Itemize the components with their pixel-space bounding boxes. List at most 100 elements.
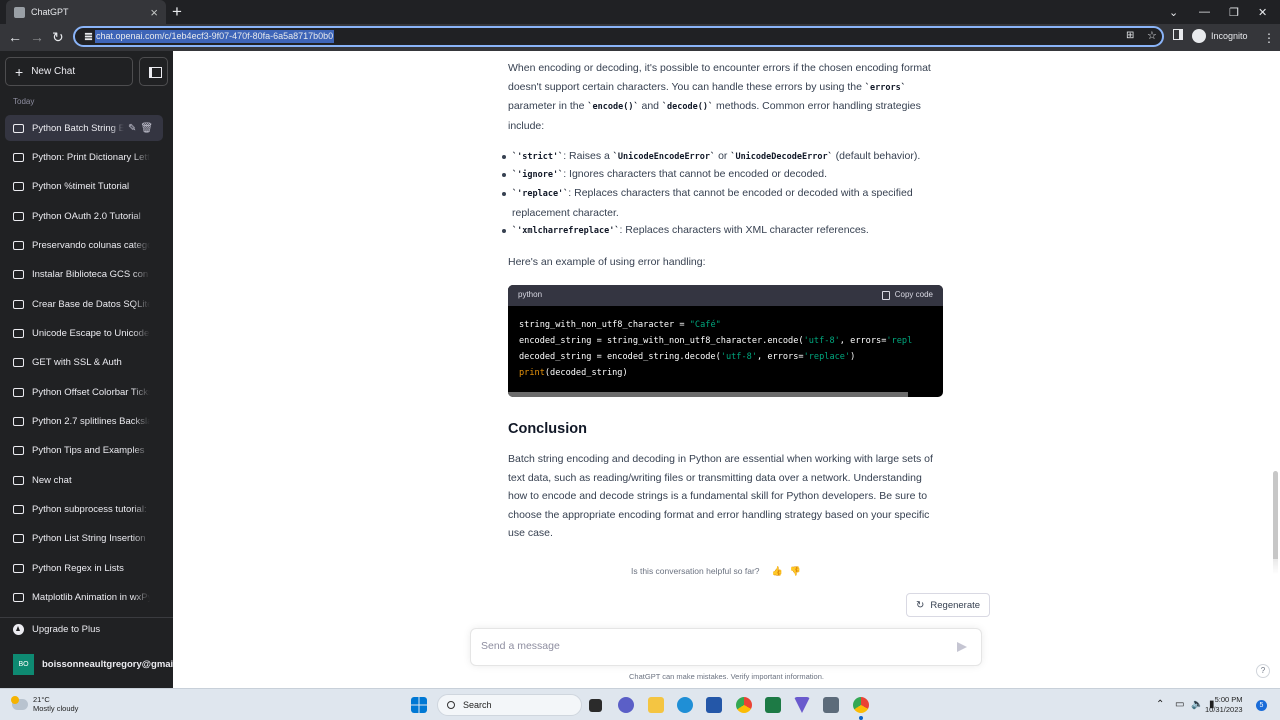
copy-code-button[interactable]: Copy code — [881, 286, 933, 305]
back-button[interactable]: ← — [8, 28, 22, 46]
thumbs-down-icon[interactable]: 👎 — [790, 566, 801, 576]
chrome-icon[interactable] — [736, 697, 752, 713]
disclaimer-text: ChatGPT can make mistakes. Verify import… — [629, 672, 824, 681]
browser-menu-icon[interactable]: ⋮ — [1263, 29, 1275, 47]
tab-title: ChatGPT — [31, 7, 69, 17]
close-tab-icon[interactable]: × — [150, 6, 158, 19]
new-chat-button[interactable]: + New Chat — [5, 57, 133, 86]
list-item-text: : Raises a — [563, 150, 613, 162]
show-hidden-icons-icon[interactable]: ⌃ — [1156, 699, 1164, 710]
excel-icon[interactable] — [765, 697, 781, 713]
site-info-icon[interactable] — [84, 32, 93, 41]
inline-code: `encode()` — [587, 102, 639, 113]
edit-pencil-icon[interactable]: ✎ — [128, 123, 136, 134]
chat-title: Python Regex in Lists — [32, 562, 124, 574]
trash-icon[interactable]: 🗑 — [140, 123, 153, 134]
taskbar-search[interactable]: Search — [437, 694, 582, 716]
weather-widget[interactable]: 21°C Mostly cloudy — [11, 695, 78, 713]
vpn-icon[interactable] — [794, 697, 810, 713]
sidebar-footer: Upgrade to Plus BO boissonneaultgregory@… — [0, 617, 176, 675]
address-bar[interactable]: chat.openai.com/c/1eb4ecf3-9f07-470f-80f… — [73, 26, 1164, 47]
close-window-button[interactable]: ✕ — [1258, 0, 1267, 24]
code-line: decoded_string = encoded_string.decode('… — [519, 352, 855, 362]
side-panel-icon[interactable] — [1173, 29, 1183, 40]
code-token: encoded_string = string_with_non_utf8_ch… — [519, 336, 804, 346]
bookmark-star-icon[interactable]: ☆ — [1147, 29, 1157, 42]
search-icon — [447, 701, 455, 709]
code-token: , errors= — [757, 352, 804, 362]
chat-history-item[interactable]: Crear Base de Datos SQLite — [5, 291, 163, 317]
notification-badge[interactable]: 5 — [1256, 700, 1267, 711]
chat-history-item[interactable]: Python Tips and Examples — [5, 437, 163, 463]
chat-history-item[interactable]: New chat — [5, 467, 163, 493]
chat-title: Python Offset Colorbar Ticks — [32, 386, 150, 398]
chat-bubble-icon — [13, 152, 24, 162]
chat-history-item[interactable]: Python Batch String Encoding ✎ 🗑 — [5, 115, 163, 141]
chat-history-item[interactable]: Python List String Insertion — [5, 525, 163, 551]
regenerate-button[interactable]: ↻ Regenerate — [906, 593, 991, 617]
upgrade-to-plus-button[interactable]: Upgrade to Plus — [13, 624, 100, 635]
chat-history-item[interactable]: Python OAuth 2.0 Tutorial — [5, 203, 163, 229]
chrome-active-icon[interactable] — [853, 697, 869, 713]
list-item-text: or — [715, 150, 731, 162]
code-token: ) — [850, 352, 856, 362]
reload-button[interactable]: ↻ — [52, 28, 64, 46]
network-tool-icon[interactable] — [823, 697, 839, 713]
edge-icon[interactable] — [677, 697, 693, 713]
code-line: string_with_non_utf8_character = "Café" — [519, 320, 721, 330]
thumbs-up-icon[interactable]: 👍 — [772, 566, 783, 576]
network-icon[interactable]: ▭ — [1175, 699, 1184, 710]
new-tab-button[interactable]: + — [172, 3, 182, 20]
chat-bubble-icon — [13, 269, 24, 279]
incognito-indicator[interactable]: Incognito — [1192, 29, 1248, 43]
inline-code: `UnicodeDecodeError` — [730, 152, 833, 162]
chat-history-item[interactable]: Python: Print Dictionary Letters — [5, 144, 163, 170]
chat-history-item[interactable]: GET with SSL & Auth — [5, 349, 163, 375]
browser-tab[interactable]: ChatGPT × — [6, 0, 166, 24]
folder-icon[interactable] — [648, 697, 664, 713]
chat-history-item[interactable]: Python %timeit Tutorial — [5, 173, 163, 199]
close-sidebar-button[interactable] — [139, 57, 168, 86]
chat-bubble-icon — [13, 328, 24, 338]
list-item-text: (default behavior). — [832, 150, 921, 162]
chat-history-item[interactable]: Unicode Escape to Unicode — [5, 320, 163, 346]
send-icon[interactable] — [957, 642, 967, 652]
section-label-today: Today — [13, 97, 35, 106]
volume-icon[interactable]: 🔈 — [1191, 699, 1203, 710]
install-app-icon[interactable]: ⊞ — [1126, 30, 1134, 41]
code-horizontal-scrollbar[interactable] — [508, 392, 908, 397]
taskbar-search-label: Search — [463, 700, 492, 710]
inline-code: `'xmlcharrefreplace'` — [512, 226, 620, 236]
chat-title: Python Batch String Encoding — [32, 122, 124, 134]
chat-history-item[interactable]: Python Offset Colorbar Ticks — [5, 379, 163, 405]
message-input[interactable] — [481, 640, 941, 652]
list-item-text: : Ignores characters that cannot be enco… — [563, 168, 828, 180]
chat-history-item[interactable]: Python 2.7 splitlines Backslash — [5, 408, 163, 434]
code-string: "Café" — [689, 320, 721, 330]
feedback-prompt: Is this conversation helpful so far? 👍 👎 — [631, 566, 801, 576]
code-line: print(decoded_string) — [519, 368, 628, 378]
code-block: python Copy code string_with_non_utf8_ch… — [508, 285, 943, 397]
conclusion-heading: Conclusion — [508, 421, 587, 437]
chat-history-item[interactable]: Instalar Biblioteca GCS con pip — [5, 261, 163, 287]
chat-history-item[interactable]: Preservando colunas categóricas — [5, 232, 163, 258]
help-button[interactable]: ? — [1256, 664, 1270, 678]
task-view-icon[interactable] — [589, 699, 602, 712]
store-icon[interactable] — [706, 697, 722, 713]
chat-history-item[interactable]: Python Regex in Lists — [5, 555, 163, 581]
user-menu-button[interactable]: BO boissonneaultgregory@gmail — [13, 654, 176, 675]
system-clock[interactable]: 5:00 PM 10/31/2023 — [1205, 695, 1243, 715]
chat-history-item[interactable]: Python subprocess tutorial: b — [5, 496, 163, 522]
minimize-button[interactable]: — — [1199, 0, 1210, 24]
windows-start-icon[interactable] — [411, 697, 427, 713]
chat-history-item[interactable]: Matplotlib Animation in wxPython — [5, 584, 163, 610]
chat-bubble-icon — [13, 357, 24, 367]
inline-code: `UnicodeEncodeError` — [612, 152, 716, 162]
chat-bubble-icon — [13, 181, 24, 191]
chat-title: Python: Print Dictionary Letters — [32, 151, 150, 163]
forward-button[interactable]: → — [30, 28, 44, 46]
maximize-button[interactable]: ❐ — [1229, 0, 1239, 24]
tab-search-icon[interactable]: ⌄ — [1169, 0, 1178, 24]
url-text[interactable]: chat.openai.com/c/1eb4ecf3-9f07-470f-80f… — [95, 30, 335, 43]
teams-chat-icon[interactable] — [618, 697, 634, 713]
